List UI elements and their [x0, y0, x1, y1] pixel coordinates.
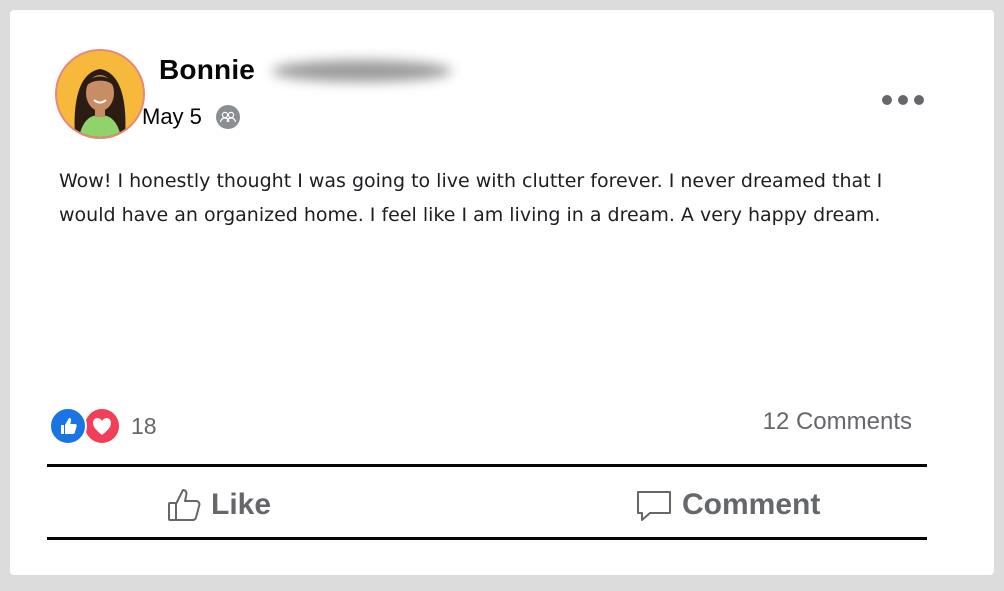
comment-bubble-icon	[637, 491, 671, 521]
post-card: Bonnie May 5 Wow! I honestly thought I w…	[10, 10, 994, 575]
dot	[898, 95, 908, 105]
post-text: Wow! I honestly thought I was going to l…	[59, 170, 883, 226]
post-date[interactable]: May 5	[142, 104, 202, 130]
like-label: Like	[211, 488, 272, 521]
dot	[914, 95, 924, 105]
like-button[interactable]: Like	[167, 476, 271, 534]
avatar-photo	[57, 51, 143, 137]
reaction-count: 18	[131, 412, 157, 439]
redacted-surname	[272, 60, 452, 82]
divider	[47, 464, 927, 467]
love-reaction-icon	[83, 407, 121, 445]
thumbs-up-icon	[168, 489, 201, 521]
divider	[47, 537, 927, 540]
comment-count[interactable]: 12 Comments	[763, 408, 912, 436]
comment-button[interactable]: Comment	[634, 476, 820, 534]
friends-icon[interactable]	[216, 105, 240, 129]
reactions-summary[interactable]: 18	[49, 407, 157, 445]
author-name[interactable]: Bonnie	[159, 54, 255, 86]
more-options-icon[interactable]	[878, 90, 928, 110]
comment-label: Comment	[682, 488, 821, 521]
avatar[interactable]	[55, 49, 145, 139]
dot	[882, 95, 892, 105]
like-reaction-icon	[49, 407, 87, 445]
